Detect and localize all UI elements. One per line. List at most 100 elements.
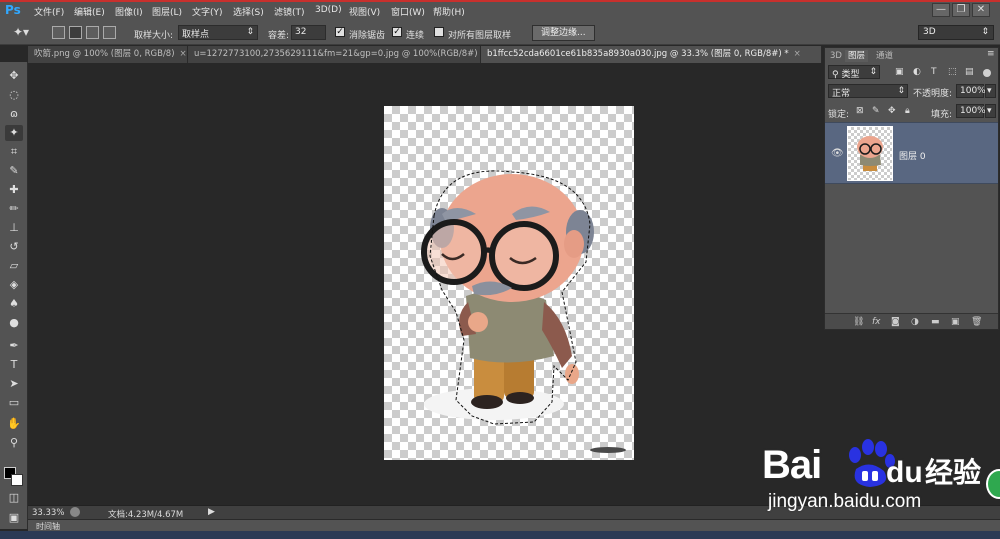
new-layer-icon[interactable]: ▣ — [951, 317, 960, 327]
layers-panel: 3D 图层 通道 ≡ ⚲ 类型 ⇕ ▣ ◐ T ⬚ ▤ 正常 ⇕ 不透明度: 100… — [824, 47, 999, 330]
tab-channels[interactable]: 通道 — [873, 50, 896, 62]
lock-all-icon[interactable]: 🔒︎ — [905, 106, 910, 116]
opacity-input[interactable]: 100% — [956, 84, 986, 98]
blur-tool-icon[interactable]: ♠ — [5, 296, 23, 312]
tab-doc-1[interactable]: 吹箭.png @ 100% (图层 0, RGB/8) × — [28, 46, 188, 63]
zoom-level[interactable]: 33.33% — [32, 508, 64, 518]
menu-window[interactable]: 窗口(W) — [391, 5, 425, 18]
magic-wand-tool-preset-icon[interactable]: ✦▾ — [13, 25, 29, 39]
background-color-swatch[interactable] — [11, 474, 23, 486]
menu-help[interactable]: 帮助(H) — [433, 5, 465, 18]
lock-transparency-icon[interactable]: ⊠ — [856, 106, 864, 116]
dodge-tool-icon[interactable]: ● — [5, 315, 23, 331]
opacity-slider-button[interactable]: ▾ — [985, 84, 996, 98]
folder-icon[interactable]: ▬ — [931, 317, 940, 327]
menu-view[interactable]: 视图(V) — [349, 5, 380, 18]
type-tool-icon[interactable]: T — [5, 357, 23, 373]
layer-name[interactable]: 图层 0 — [899, 149, 926, 162]
eyedropper-tool-icon[interactable]: ✎ — [5, 163, 23, 179]
lock-position-icon[interactable]: ✥ — [888, 106, 896, 116]
screen-mode-icon[interactable]: ▣ — [5, 510, 23, 526]
intersect-selection-icon[interactable] — [103, 26, 116, 39]
menu-type[interactable]: 文字(Y) — [192, 5, 223, 18]
baidu-brand-text-2: du — [886, 456, 923, 489]
link-icon[interactable]: ⛓ — [853, 317, 864, 327]
tab-doc-3[interactable]: b1ffcc52cda6601ce61b835a8930a030.jpg @ 3… — [481, 46, 822, 63]
restore-button[interactable]: ❐ — [952, 3, 970, 17]
jingyan-text: 经验 — [925, 456, 982, 489]
layer-row[interactable]: 👁︎ 图层 0 — [825, 122, 998, 184]
menu-image[interactable]: 图像(I) — [115, 5, 143, 18]
paint-bucket-tool-icon[interactable]: ◈ — [5, 277, 23, 293]
filter-pixel-icon[interactable]: ▣ — [895, 67, 904, 77]
antialias-checkbox[interactable]: ✓ — [335, 27, 345, 37]
lock-pixels-icon[interactable]: ✎ — [872, 106, 880, 116]
quick-mask-icon[interactable]: ◫ — [5, 490, 23, 506]
brush-tool-icon[interactable]: ✏ — [5, 201, 23, 217]
magic-wand-tool-icon[interactable]: ✦ — [5, 125, 23, 141]
rectangle-tool-icon[interactable]: ▭ — [5, 395, 23, 411]
baidu-brand-text: Bai — [762, 443, 822, 487]
hand-tool-icon[interactable]: ✋ — [5, 416, 23, 432]
marquee-tool-icon[interactable]: ◌ — [5, 87, 23, 103]
filter-type-icon[interactable]: T — [931, 67, 937, 77]
status-icon[interactable] — [70, 507, 80, 517]
status-menu-arrow-icon[interactable]: ▶ — [208, 507, 215, 517]
fill-slider-button[interactable]: ▾ — [985, 104, 996, 118]
filter-shape-icon[interactable]: ⬚ — [948, 67, 957, 77]
lasso-tool-icon[interactable]: ɷ — [5, 106, 23, 122]
menu-layer[interactable]: 图层(L) — [152, 5, 182, 18]
filter-smart-icon[interactable]: ▤ — [965, 67, 974, 77]
filter-toggle-icon[interactable] — [983, 69, 991, 77]
app-logo: Ps — [5, 3, 21, 17]
filter-adjustment-icon[interactable]: ◐ — [913, 67, 921, 77]
crop-tool-icon[interactable]: ⌗ — [5, 144, 23, 160]
workspace-select[interactable]: 3D ⇕ — [918, 25, 994, 40]
blend-mode-select[interactable]: 正常 ⇕ — [828, 84, 908, 99]
add-selection-icon[interactable] — [69, 26, 82, 39]
tolerance-input[interactable]: 32 — [291, 25, 326, 40]
jingyan-url: jingyan.baidu.com — [768, 491, 922, 512]
contiguous-label: 连续 — [406, 31, 425, 41]
tolerance-label: 容差: — [268, 31, 290, 41]
sample-all-checkbox[interactable] — [434, 27, 444, 37]
tab-doc-2[interactable]: u=1272773100,2735629111&fm=21&gp=0.jpg @… — [188, 46, 481, 63]
menu-3d[interactable]: 3D(D) — [315, 5, 342, 15]
history-brush-tool-icon[interactable]: ↺ — [5, 239, 23, 255]
fx-icon[interactable]: fx — [872, 317, 881, 327]
menu-select[interactable]: 选择(S) — [233, 5, 264, 18]
eraser-tool-icon[interactable]: ▱ — [5, 258, 23, 274]
document-canvas[interactable] — [384, 106, 634, 460]
menu-filter[interactable]: 滤镜(T) — [274, 5, 305, 18]
toolbox: ✥ ◌ ɷ ✦ ⌗ ✎ ✚ ✏ ⊥ ↺ ▱ ◈ ♠ ● ✒ T ➤ ▭ ✋ ⚲ … — [0, 62, 28, 529]
sample-size-label: 取样大小: — [134, 31, 174, 41]
layer-filter-select[interactable]: ⚲ 类型 ⇕ — [828, 65, 880, 80]
trash-icon[interactable]: 🗑︎ — [971, 317, 982, 327]
sample-size-select[interactable]: 取样点 ⇕ — [178, 25, 258, 40]
new-selection-icon[interactable] — [52, 26, 65, 39]
zoom-tool-icon[interactable]: ⚲ — [5, 435, 23, 451]
opacity-label: 不透明度: — [913, 89, 953, 99]
menu-edit[interactable]: 编辑(E) — [74, 5, 105, 18]
fill-input[interactable]: 100% — [956, 104, 986, 118]
path-selection-tool-icon[interactable]: ➤ — [5, 376, 23, 392]
refine-edge-button[interactable]: 调整边缘... — [532, 25, 595, 41]
mask-icon[interactable]: ◙ — [891, 317, 900, 327]
clone-stamp-tool-icon[interactable]: ⊥ — [5, 220, 23, 236]
move-tool-icon[interactable]: ✥ — [5, 68, 23, 84]
tab-layers[interactable]: 图层 — [845, 50, 869, 62]
sample-all-label: 对所有图层取样 — [448, 31, 512, 41]
subtract-selection-icon[interactable] — [86, 26, 99, 39]
minimize-button[interactable]: — — [932, 3, 950, 17]
tab-3d[interactable]: 3D — [827, 50, 845, 62]
healing-brush-tool-icon[interactable]: ✚ — [5, 182, 23, 198]
menu-file[interactable]: 文件(F) — [34, 5, 64, 18]
close-button[interactable]: ✕ — [972, 3, 990, 17]
eye-icon[interactable]: 👁︎ — [831, 148, 844, 159]
pen-tool-icon[interactable]: ✒ — [5, 338, 23, 354]
panel-menu-icon[interactable]: ≡ — [987, 49, 995, 59]
contiguous-checkbox[interactable]: ✓ — [392, 27, 402, 37]
character-image — [421, 170, 626, 453]
lock-label: 锁定: — [828, 110, 850, 120]
adjustment-icon[interactable]: ◑ — [911, 317, 919, 327]
